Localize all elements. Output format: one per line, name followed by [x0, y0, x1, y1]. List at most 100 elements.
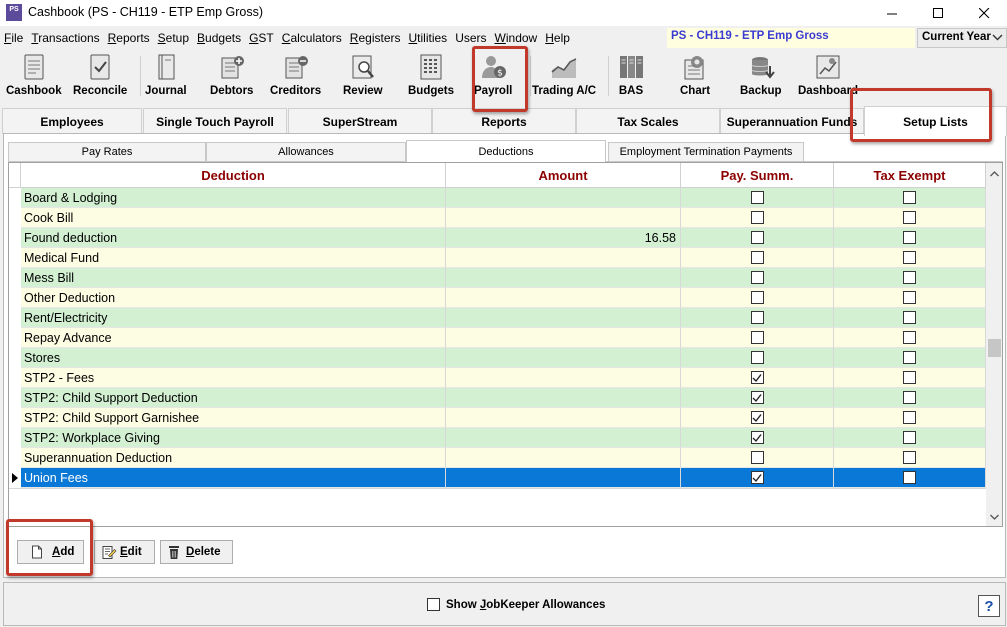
cell-tax-exempt[interactable]	[834, 388, 986, 408]
column-header-tax-exempt[interactable]: Tax Exempt	[834, 163, 986, 188]
cell-amount[interactable]	[446, 248, 681, 268]
close-button[interactable]	[961, 0, 1007, 26]
tax-exempt-checkbox[interactable]	[903, 211, 916, 224]
pay-summ-checkbox[interactable]	[750, 351, 764, 364]
cell-deduction[interactable]: STP2 - Fees	[21, 368, 446, 388]
pay-summ-checkbox[interactable]	[750, 311, 764, 324]
table-row[interactable]: Union Fees	[9, 468, 986, 488]
table-row[interactable]: STP2: Child Support Deduction	[9, 388, 986, 408]
vertical-scrollbar[interactable]	[986, 163, 1002, 526]
tab-superannuation-funds[interactable]: Superannuation Funds	[720, 108, 864, 134]
table-row[interactable]: STP2 - Fees	[9, 368, 986, 388]
tax-exempt-checkbox[interactable]	[903, 231, 916, 244]
table-row[interactable]: Mess Bill	[9, 268, 986, 288]
tab-employees[interactable]: Employees	[2, 108, 142, 134]
cell-tax-exempt[interactable]	[834, 448, 986, 468]
cell-tax-exempt[interactable]	[834, 348, 986, 368]
tab-superstream[interactable]: SuperStream	[288, 108, 432, 134]
cell-pay-summ[interactable]	[681, 208, 834, 228]
year-select[interactable]: Current Year	[917, 28, 1007, 48]
toolbar-cashbook-button[interactable]: Cashbook	[6, 52, 62, 100]
table-row[interactable]: Board & Lodging	[9, 188, 986, 208]
subtab-pay-rates[interactable]: Pay Rates	[8, 142, 206, 161]
cell-deduction[interactable]: Cook Bill	[21, 208, 446, 228]
tax-exempt-checkbox[interactable]	[903, 411, 916, 424]
cell-amount[interactable]	[446, 208, 681, 228]
menu-help[interactable]: Help	[541, 31, 574, 45]
tax-exempt-checkbox[interactable]	[903, 431, 916, 444]
menu-users[interactable]: Users	[451, 31, 490, 45]
cell-amount[interactable]	[446, 268, 681, 288]
cell-pay-summ[interactable]	[681, 188, 834, 208]
menu-file[interactable]: File	[0, 31, 27, 45]
cell-pay-summ[interactable]	[681, 248, 834, 268]
pay-summ-checkbox[interactable]	[750, 191, 764, 204]
cell-amount[interactable]	[446, 408, 681, 428]
cell-deduction[interactable]: Found deduction	[21, 228, 446, 248]
cell-deduction[interactable]: Other Deduction	[21, 288, 446, 308]
cell-deduction[interactable]: STP2: Workplace Giving	[21, 428, 446, 448]
tax-exempt-checkbox[interactable]	[903, 471, 916, 484]
tab-tax-scales[interactable]: Tax Scales	[576, 108, 720, 134]
toolbar-debtors-button[interactable]: Debtors	[210, 52, 253, 100]
tax-exempt-checkbox[interactable]	[903, 351, 916, 364]
table-row[interactable]: Repay Advance	[9, 328, 986, 348]
pay-summ-checkbox[interactable]	[750, 391, 764, 404]
cell-pay-summ[interactable]	[681, 368, 834, 388]
cell-deduction[interactable]: STP2: Child Support Deduction	[21, 388, 446, 408]
cell-tax-exempt[interactable]	[834, 328, 986, 348]
pay-summ-checkbox[interactable]	[750, 451, 764, 464]
cell-deduction[interactable]: Repay Advance	[21, 328, 446, 348]
toolbar-budgets-button[interactable]: Budgets	[408, 52, 454, 100]
cell-deduction[interactable]: Mess Bill	[21, 268, 446, 288]
cell-tax-exempt[interactable]	[834, 428, 986, 448]
table-row[interactable]: Medical Fund	[9, 248, 986, 268]
cell-amount[interactable]	[446, 468, 681, 488]
jobkeeper-toggle[interactable]: Show JobKeeper Allowances	[427, 598, 605, 611]
tax-exempt-checkbox[interactable]	[903, 311, 916, 324]
toolbar-journal-button[interactable]: Journal	[145, 52, 187, 100]
pay-summ-checkbox[interactable]	[750, 231, 764, 244]
column-header-amount[interactable]: Amount	[446, 163, 681, 188]
menu-setup[interactable]: Setup	[154, 31, 193, 45]
subtab-deductions[interactable]: Deductions	[406, 140, 606, 162]
pay-summ-checkbox[interactable]	[750, 331, 764, 344]
delete-button[interactable]: Delete	[160, 540, 233, 564]
cell-tax-exempt[interactable]	[834, 288, 986, 308]
pay-summ-checkbox[interactable]	[750, 211, 764, 224]
cell-amount[interactable]	[446, 328, 681, 348]
table-row[interactable]: Other Deduction	[9, 288, 986, 308]
table-row[interactable]: Stores	[9, 348, 986, 368]
cell-pay-summ[interactable]	[681, 348, 834, 368]
cell-tax-exempt[interactable]	[834, 468, 986, 488]
menu-calculators[interactable]: Calculators	[278, 31, 346, 45]
maximize-button[interactable]	[915, 0, 961, 26]
cell-pay-summ[interactable]	[681, 408, 834, 428]
cell-deduction[interactable]: Rent/Electricity	[21, 308, 446, 328]
tax-exempt-checkbox[interactable]	[903, 291, 916, 304]
cell-pay-summ[interactable]	[681, 228, 834, 248]
cell-amount[interactable]	[446, 448, 681, 468]
toolbar-bas-button[interactable]: BAS	[616, 52, 646, 100]
cell-pay-summ[interactable]	[681, 468, 834, 488]
cell-tax-exempt[interactable]	[834, 208, 986, 228]
table-row[interactable]: Found deduction 16.58	[9, 228, 986, 248]
pay-summ-checkbox[interactable]	[750, 471, 764, 484]
cell-deduction[interactable]: Union Fees	[21, 468, 446, 488]
tax-exempt-checkbox[interactable]	[903, 451, 916, 464]
pay-summ-checkbox[interactable]	[750, 291, 764, 304]
toolbar-review-button[interactable]: Review	[343, 52, 383, 100]
cell-tax-exempt[interactable]	[834, 188, 986, 208]
cell-pay-summ[interactable]	[681, 448, 834, 468]
cell-pay-summ[interactable]	[681, 328, 834, 348]
cell-tax-exempt[interactable]	[834, 368, 986, 388]
column-header-pay-summ[interactable]: Pay. Summ.	[681, 163, 834, 188]
menu-reports[interactable]: Reports	[104, 31, 154, 45]
menu-transactions[interactable]: Transactions	[27, 31, 103, 45]
table-row[interactable]: STP2: Child Support Garnishee	[9, 408, 986, 428]
table-row[interactable]: STP2: Workplace Giving	[9, 428, 986, 448]
menu-budgets[interactable]: Budgets	[193, 31, 245, 45]
cell-pay-summ[interactable]	[681, 268, 834, 288]
cell-tax-exempt[interactable]	[834, 228, 986, 248]
subtab-employment-termination-payments[interactable]: Employment Termination Payments	[608, 142, 804, 161]
